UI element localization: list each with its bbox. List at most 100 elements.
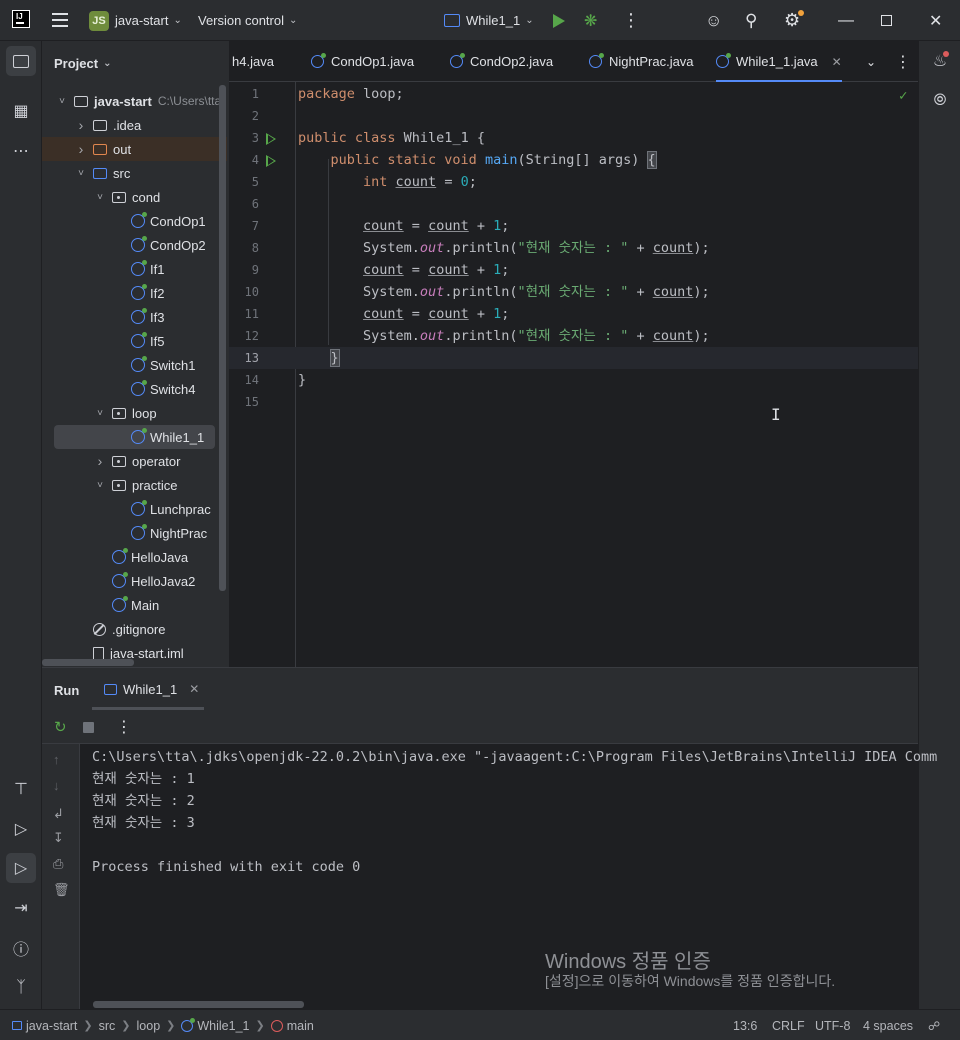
breadcrumb-item[interactable]: While1_1	[197, 1019, 249, 1033]
project-selector[interactable]: JS java-start ⌄	[89, 0, 182, 41]
up-arrow-icon[interactable]: ↑	[53, 752, 60, 767]
tree-item[interactable]: If3	[42, 305, 227, 329]
soft-wrap-icon[interactable]: ↲	[53, 806, 64, 822]
down-arrow-icon[interactable]: ↓	[53, 778, 60, 793]
tree-item[interactable]: .gitignore	[42, 617, 227, 641]
tree-item[interactable]: ˅ loop	[42, 401, 227, 425]
settings-button[interactable]: ⚙	[784, 0, 804, 41]
project-tool-button[interactable]	[6, 46, 36, 76]
chevron-right-icon[interactable]: ›	[75, 117, 87, 133]
code-line[interactable]: 14}	[229, 369, 918, 391]
tree-item[interactable]: If1	[42, 257, 227, 281]
services-tool-button[interactable]: ▷	[6, 814, 36, 844]
tree-item[interactable]: CondOp1	[42, 209, 227, 233]
close-icon[interactable]: ✕	[189, 682, 199, 696]
vcs-menu[interactable]: Version control ⌄	[198, 0, 297, 41]
tree-item[interactable]: If5	[42, 329, 227, 353]
run-tool-button[interactable]: ▷	[6, 853, 36, 883]
code-line[interactable]: 3 public class While1_1 {	[229, 127, 918, 149]
structure-tool-button[interactable]: ▦	[6, 96, 36, 126]
no-problems-check-icon[interactable]: ✓	[899, 88, 907, 104]
tree-item[interactable]: If2	[42, 281, 227, 305]
terminal-tool-button[interactable]: ⇥	[6, 893, 36, 923]
chevron-right-icon[interactable]: ›	[75, 141, 87, 157]
tree-item[interactable]: ˅ cond	[42, 185, 227, 209]
breadcrumb-item[interactable]: java-start	[26, 1019, 77, 1033]
git-tool-button[interactable]: ᛉ	[6, 973, 36, 1003]
code-line[interactable]: 7 count = count + 1;	[229, 215, 918, 237]
stop-icon[interactable]	[83, 722, 94, 733]
tree-item[interactable]: CondOp2	[42, 233, 227, 257]
tree-item[interactable]: HelloJava2	[42, 569, 227, 593]
add-user-button[interactable]: ☺	[705, 0, 722, 41]
build-tool-button[interactable]: ⊤	[6, 774, 36, 804]
cursor-position[interactable]: 13:6	[733, 1010, 757, 1040]
main-menu-button[interactable]	[52, 0, 68, 41]
line-separator[interactable]: CRLF	[772, 1010, 805, 1040]
more-vertical-icon[interactable]: ⋮	[116, 717, 132, 737]
trash-icon[interactable]: 🗑	[53, 882, 70, 898]
code-line[interactable]: 15	[229, 391, 918, 413]
run-button[interactable]	[553, 0, 565, 41]
tree-item[interactable]: Switch4	[42, 377, 227, 401]
close-icon[interactable]: ✕	[832, 55, 842, 69]
gutter-run-icon[interactable]	[266, 155, 276, 167]
project-vertical-scrollbar[interactable]	[219, 85, 226, 591]
search-button[interactable]: ⚲	[745, 0, 757, 41]
code-line[interactable]: 12 System.out.println("현재 숫자는 : " + coun…	[229, 325, 918, 347]
tree-item[interactable]: Switch1	[42, 353, 227, 377]
tree-item[interactable]: Lunchprac	[42, 497, 227, 521]
debug-button[interactable]: ❋	[584, 0, 597, 41]
ai-assistant-button[interactable]: ⦾	[925, 86, 955, 116]
chevron-right-icon[interactable]: ›	[94, 453, 106, 469]
project-horizontal-scrollbar[interactable]	[42, 659, 134, 666]
breadcrumb-item[interactable]: src	[99, 1019, 116, 1033]
tree-item[interactable]: › .idea	[42, 113, 227, 137]
indent-setting[interactable]: 4 spaces	[863, 1010, 913, 1040]
code-line[interactable]: 1 package loop;	[229, 83, 918, 105]
more-actions-button[interactable]: ⋮	[622, 0, 640, 41]
code-line[interactable]: 11 count = count + 1;	[229, 303, 918, 325]
tree-item[interactable]: Main	[42, 593, 227, 617]
tree-item[interactable]: HelloJava	[42, 545, 227, 569]
file-encoding[interactable]: UTF-8	[815, 1010, 850, 1040]
run-config-selector[interactable]: While1_1 ⌄	[444, 0, 534, 41]
minimize-button[interactable]: —	[838, 0, 854, 41]
breadcrumb-item[interactable]: main	[287, 1019, 314, 1033]
tree-item[interactable]: ˅ practice	[42, 473, 227, 497]
chevron-down-icon[interactable]: ˅	[94, 408, 106, 419]
chevron-down-icon[interactable]: ˅	[56, 96, 68, 107]
code-line[interactable]: 13 }	[229, 347, 918, 369]
rerun-icon[interactable]: ↻	[54, 718, 67, 736]
code-line[interactable]: 6	[229, 193, 918, 215]
tree-item[interactable]: › operator	[42, 449, 227, 473]
tree-item[interactable]: NightPrac	[42, 521, 227, 545]
gutter-run-icon[interactable]	[266, 133, 276, 145]
more-tools-button[interactable]: ⋯	[6, 136, 36, 166]
editor-tab[interactable]: NightPrac.java	[589, 41, 694, 82]
code-line[interactable]: 9 count = count + 1;	[229, 259, 918, 281]
editor-tab[interactable]: CondOp1.java	[311, 41, 414, 82]
editor-tab[interactable]: h4.java	[232, 41, 274, 82]
code-line[interactable]: 8 System.out.println("현재 숫자는 : " + count…	[229, 237, 918, 259]
tabs-more-button[interactable]: ⋮	[895, 41, 911, 82]
lock-icon[interactable]: ☍	[928, 1010, 940, 1040]
editor-tab[interactable]: CondOp2.java	[450, 41, 553, 82]
tabs-dropdown-button[interactable]: ⌄	[866, 41, 876, 82]
chevron-down-icon[interactable]: ˅	[94, 480, 106, 491]
code-editor[interactable]: 1 package loop; 2 3 public class While1_1 {4…	[229, 82, 918, 667]
project-panel-header[interactable]: Project ⌄	[42, 41, 229, 85]
tree-item[interactable]: ˅ src	[42, 161, 227, 185]
run-tab[interactable]: While1_1 ✕	[92, 668, 204, 710]
tree-item[interactable]: While1_1	[54, 425, 215, 449]
breadcrumb-item[interactable]: loop	[137, 1019, 161, 1033]
chevron-down-icon[interactable]: ˅	[94, 192, 106, 203]
code-line[interactable]: 10 System.out.println("현재 숫자는 : " + coun…	[229, 281, 918, 303]
intellij-logo-icon[interactable]: IJ	[12, 10, 30, 28]
maximize-button[interactable]	[881, 0, 892, 41]
editor-tab[interactable]: While1_1.java ✕	[716, 41, 842, 83]
code-line[interactable]: 5 int count = 0;	[229, 171, 918, 193]
scroll-to-end-icon[interactable]: ↧	[53, 830, 64, 846]
console-horizontal-scrollbar[interactable]	[93, 1001, 304, 1008]
tree-item[interactable]: ˅ java-start C:\Users\tta	[42, 89, 227, 113]
